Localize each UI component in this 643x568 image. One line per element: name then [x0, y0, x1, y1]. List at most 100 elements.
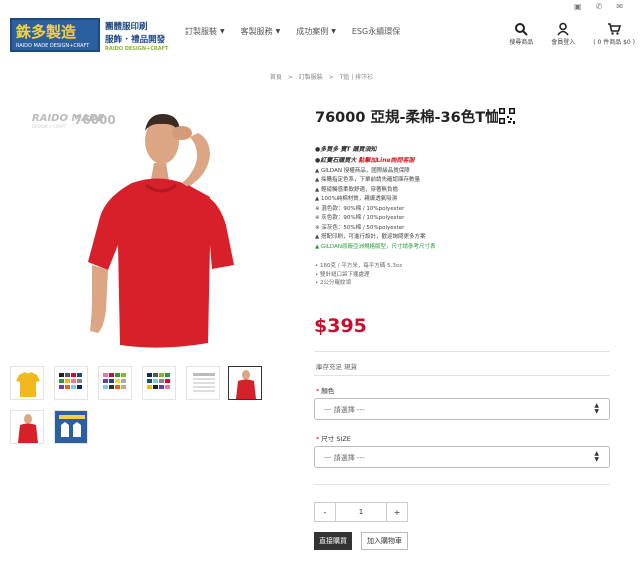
thumbnail-image: [18, 414, 38, 443]
line-contact-link[interactable]: 點擊加Line詢問客服: [358, 157, 414, 164]
thumbnail-image: [236, 370, 256, 399]
feature-item: ▲ 輕磅觸感柔軟舒適，穿著無負擔: [315, 186, 398, 193]
spec-list: • 180克 / 平方米，每平方碼 5.3oz • 雙針縫口袋下擺處理 • 2公…: [315, 262, 402, 288]
slogan-line-2: 服飾 · 禮品開發: [105, 35, 166, 45]
breadcrumb-current[interactable]: T恤 | 排汗衫: [340, 74, 374, 81]
divider: [314, 351, 610, 352]
site-header: 銖多製造 RAIDO MADE DESIGN+CRAFT 團體服印刷 服飾 · …: [0, 12, 643, 56]
thumbnail-image: [147, 373, 170, 389]
breadcrumb: 首頁 > 訂製服裝 > T恤 | 排汗衫: [0, 72, 643, 81]
color-option-label: * 顏色: [316, 385, 334, 395]
breadcrumb-separator: >: [287, 74, 293, 81]
nav-item-custom-service[interactable]: 客製服務 ▼: [241, 26, 281, 37]
top-utility-bar: ▣ ✆ ✉: [574, 0, 623, 12]
color-select-value: --- 請選擇 ---: [324, 406, 365, 414]
decrement-button[interactable]: -: [315, 503, 335, 521]
main-nav: 訂製服裝 ▼ 客製服務 ▼ 成功案例 ▼ ESG永續環保: [185, 26, 400, 37]
breadcrumb-category[interactable]: 訂製服裝: [299, 74, 323, 81]
feature-item: ※ 灰色款：90%棉 / 10%polyester: [315, 215, 405, 222]
thumbnail-color-chart-3[interactable]: [142, 366, 176, 400]
size-option-label: * 尺寸 SIZE: [316, 433, 351, 443]
increment-button[interactable]: +: [387, 503, 407, 521]
cart-label: ( 0 件商品 $0 ): [593, 39, 635, 46]
color-select[interactable]: --- 請選擇 --- ▲ ▼: [314, 398, 610, 420]
select-arrows-icon: ▲ ▼: [594, 402, 599, 415]
stock-status: 庫存充足 現貨: [316, 363, 358, 371]
logo-sub-text: RAIDO MADE DESIGN+CRAFT: [16, 43, 90, 49]
feature-item: ▲ 搭配印刷，可進行設計，歡迎詢問更多方案: [315, 234, 426, 241]
breadcrumb-separator: >: [328, 74, 334, 81]
thumbnail-color-chart-2[interactable]: [98, 366, 132, 400]
contact-note: ●紅寶石購買大 點擊加Line詢問客服: [315, 155, 635, 164]
cart-button[interactable]: ( 0 件商品 $0 ): [593, 22, 635, 46]
thumbnail-image: [103, 373, 126, 389]
slogan-line-3: RAIDO DESIGN+CRAFT: [105, 46, 169, 52]
spec-item: • 180克 / 平方米，每平方碼 5.3oz: [315, 263, 403, 269]
thumbnail-color-chart-1[interactable]: [54, 366, 88, 400]
select-arrows-icon: ▲ ▼: [594, 450, 599, 463]
quantity-stepper: - 1 +: [314, 502, 408, 522]
thumbnail-image: [59, 373, 82, 389]
product-main-image[interactable]: RAIDO MADE DESIGN + CRAFT 76000: [12, 105, 270, 355]
divider: [314, 375, 610, 376]
product-title: 76000 亞規-柔棉-36色T恤: [315, 110, 500, 126]
qr-code-icon[interactable]: [498, 107, 516, 125]
breadcrumb-home[interactable]: 首頁: [270, 74, 282, 81]
chevron-down-icon: ▼: [275, 28, 281, 35]
product-description: ●多買多 賣T 購買須知 ●紅寶石購買大 點擊加Line詢問客服 ▲ GILDA…: [315, 144, 635, 252]
search-icon: [515, 23, 528, 36]
thumbnail-image: [16, 372, 40, 397]
feature-item: ※ 混色款：90%棉 / 10%polyester: [315, 205, 405, 212]
spec-item: • 2公分羅紋領: [315, 280, 351, 287]
quantity-input[interactable]: 1: [335, 503, 387, 521]
feature-item: ▲ 採購指定色系，下單前請先確認庫存數量: [315, 177, 420, 184]
phone-icon[interactable]: ✆: [596, 2, 603, 11]
member-login-button[interactable]: 會員登入: [551, 22, 575, 46]
feature-item: ▲ GILDAN 授權商品，國際級品質保障: [315, 168, 410, 174]
spec-item: • 雙針縫口袋下擺處理: [315, 271, 370, 278]
nav-label: 成功案例: [296, 27, 329, 36]
cart-icon: [608, 23, 622, 35]
required-marker: *: [316, 387, 320, 395]
slogan-line-1: 團體服印刷: [105, 22, 148, 32]
divider: [314, 484, 610, 485]
model-photo: [88, 113, 234, 348]
header-slogan: 團體服印刷 服飾 · 禮品開發 RAIDO DESIGN+CRAFT: [105, 20, 168, 52]
product-price: $395: [314, 315, 367, 337]
chevron-down-icon: ▼: [331, 28, 336, 35]
nav-item-custom-apparel[interactable]: 訂製服裝 ▼: [185, 26, 225, 37]
mail-icon[interactable]: ✉: [616, 2, 623, 11]
member-label: 會員登入: [551, 39, 576, 46]
thumbnail-red-model[interactable]: [228, 366, 262, 400]
nav-label: 客製服務: [240, 27, 273, 36]
buy-now-button[interactable]: 直接購買: [314, 532, 352, 550]
site-logo[interactable]: 銖多製造 RAIDO MADE DESIGN+CRAFT: [10, 18, 100, 52]
search-label: 搜尋商品: [509, 39, 534, 46]
size-label-text: 尺寸 SIZE: [321, 435, 351, 443]
user-icon: [557, 22, 569, 36]
thumbnail-yellow-shirt[interactable]: [10, 366, 44, 400]
size-select-value: --- 請選擇 ---: [324, 454, 365, 462]
thumbnail-promo-banner[interactable]: [54, 410, 88, 444]
add-to-cart-button[interactable]: 加入購物車: [361, 532, 408, 550]
chevron-down-icon: ▼: [220, 28, 225, 35]
feature-list: ▲ GILDAN 授權商品，國際級品質保障 ▲ 採購指定色系，下單前請先確認庫存…: [315, 168, 635, 252]
thumbnail-image: [55, 411, 87, 443]
thumbnail-size-chart[interactable]: [186, 366, 220, 400]
thumbnail-red-model-back[interactable]: [10, 410, 44, 444]
feature-item: ※ 深灰色：50%棉 / 50%polyester: [315, 224, 405, 231]
contact-note-prefix: ●紅寶石購買大: [315, 157, 359, 164]
nav-label: ESG永續環保: [351, 27, 401, 36]
purchase-note: ●多買多 賣T 購買須知: [315, 146, 377, 153]
logo-main-text: 銖多製造: [16, 23, 77, 41]
search-button[interactable]: 搜尋商品: [509, 22, 533, 46]
feature-item-highlight: ▲ GILDAN原廠亞洲規格版型，尺寸請參考尺寸表: [315, 243, 436, 250]
size-select[interactable]: --- 請選擇 --- ▲ ▼: [314, 446, 610, 468]
color-label-text: 顏色: [321, 387, 335, 395]
header-icons: 搜尋商品 會員登入 ( 0 件商品 $0 ): [509, 22, 635, 46]
image-icon[interactable]: ▣: [574, 2, 582, 11]
nav-item-esg[interactable]: ESG永續環保: [352, 26, 400, 37]
thumbnail-image: [193, 373, 215, 392]
nav-item-cases[interactable]: 成功案例 ▼: [296, 26, 336, 37]
nav-label: 訂製服裝: [185, 27, 217, 36]
